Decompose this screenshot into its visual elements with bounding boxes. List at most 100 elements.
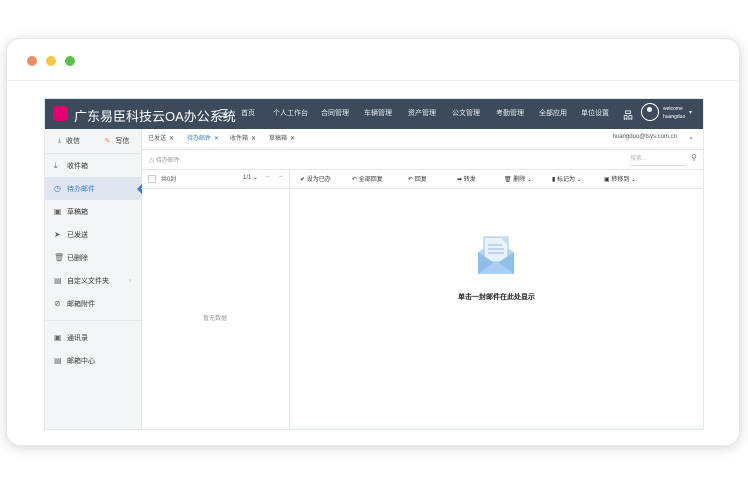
clock-icon: ◷	[149, 158, 155, 164]
sidebar-item-custom-folders[interactable]: ▤ 自定义文件夹 ›	[45, 269, 141, 292]
nav-item-attendance[interactable]: 考勤管理	[496, 99, 539, 129]
nav-item-home[interactable]: 首页	[241, 99, 273, 129]
mail-list-pane: 共0封 1/1 ⌄ ← → 暂无数据	[141, 169, 290, 429]
tab-inbox[interactable]: 收件箱 ✕	[230, 133, 256, 142]
chevron-right-icon[interactable]: ›	[129, 278, 131, 284]
top-nav-bar: 广东易臣科技云OA办公系统 ☰ 首页 个人工作台 合同管理 车辆管理 资产管理 …	[45, 99, 703, 129]
compose-button[interactable]: ✎ 写信	[93, 129, 141, 153]
breadcrumb: ◷ 待办邮件	[149, 155, 180, 164]
nav-item-asset[interactable]: 资产管理	[408, 99, 452, 129]
open-tabs-bar: 已发送 ✕ 待办邮件 ✕ 收件箱 ✕ 草稿箱 ✕ huangduo@tsys.com.c…	[141, 129, 703, 150]
receive-button[interactable]: ⤓ 收信	[45, 129, 93, 153]
sidebar-item-todo[interactable]: ◷ 待办邮件	[45, 177, 142, 200]
nav-item-unit-settings[interactable]: 单位设置	[581, 99, 621, 129]
sidebar-item-mail-center[interactable]: ▤ 邮箱中心	[45, 349, 141, 372]
nav-item-all-apps[interactable]: 全部应用	[539, 99, 581, 129]
arrow-left-icon[interactable]: ←	[265, 173, 271, 179]
menu-icon[interactable]: ☰	[219, 107, 229, 120]
delete-button[interactable]: 🗑 删除 ⌄	[504, 174, 532, 183]
close-window-dot[interactable]	[27, 56, 37, 66]
sidebar-divider	[45, 320, 141, 321]
sidebar-item-label: 自定义文件夹	[67, 277, 109, 285]
sidebar-item-inbox[interactable]: ⤓ 收件箱	[45, 154, 141, 177]
tab-todo[interactable]: 待办邮件 ✕	[187, 133, 219, 142]
user-avatar-icon[interactable]	[641, 103, 659, 121]
inbox-icon: ⤓	[54, 160, 58, 170]
sidebar-item-label: 邮箱附件	[67, 300, 95, 308]
close-icon[interactable]: ✕	[214, 136, 219, 142]
contacts-icon: ▣	[54, 333, 62, 342]
trash-icon: 🗑	[54, 253, 65, 262]
action-label: 回复	[414, 177, 427, 183]
forward-button[interactable]: ➡ 转发	[457, 174, 476, 183]
user-info[interactable]: welcome huangduo	[663, 105, 685, 121]
move-to-button[interactable]: ▣ 转移到 ⌄	[604, 174, 636, 183]
arrow-right-icon[interactable]: →	[278, 173, 284, 179]
trash-icon: 🗑	[504, 177, 512, 183]
close-icon[interactable]: ✕	[169, 136, 174, 142]
sidebar-item-label: 草稿箱	[67, 208, 88, 216]
close-icon[interactable]: ✕	[251, 136, 256, 142]
tab-label: 收件箱	[230, 136, 249, 142]
mail-sidebar: ⤓ 收信 ✎ 写信 ⤓ 收件箱 ◷ 待办邮件 ▣ 草稿箱 ➤ 已发送 🗑 已删除 ▤ 自定义…	[45, 129, 142, 429]
bookmark-icon: ▮	[552, 177, 556, 183]
sidebar-item-label: 收件箱	[67, 162, 88, 170]
nav-item-workbench[interactable]: 个人工作台	[273, 99, 321, 129]
pencil-icon: ✎	[104, 138, 111, 145]
mark-done-button[interactable]: ✔ 设为已办	[300, 174, 331, 183]
sidebar-item-label: 通讯录	[67, 334, 88, 342]
send-icon: ➤	[54, 230, 61, 239]
extra-list: ▣ 通讯录 ▤ 邮箱中心	[45, 326, 141, 372]
sidebar-item-sent[interactable]: ➤ 已发送	[45, 223, 141, 246]
sidebar-item-drafts[interactable]: ▣ 草稿箱	[45, 200, 141, 223]
bottom-fade	[290, 423, 703, 429]
nav-item-contract[interactable]: 合同管理	[321, 99, 364, 129]
app-title: 广东易臣科技云OA办公系统	[74, 109, 236, 124]
select-all-checkbox[interactable]	[148, 175, 156, 183]
pagination-arrows: ← →	[265, 173, 284, 179]
close-icon[interactable]: ✕	[290, 136, 295, 142]
page-selector[interactable]: 1/1 ⌄	[243, 174, 258, 181]
search-icon[interactable]: ⚲	[691, 153, 697, 162]
tab-drafts[interactable]: 草稿箱 ✕	[269, 133, 295, 142]
browser-divider	[7, 80, 739, 81]
clock-icon: ◷	[54, 184, 61, 193]
mail-center-icon: ▤	[54, 356, 62, 365]
sidebar-item-label: 已发送	[67, 231, 88, 239]
action-label: 删除 ⌄	[513, 177, 532, 183]
logo-cloud-icon	[53, 106, 68, 121]
mail-preview-pane: 单击一封邮件在此处显示	[290, 189, 703, 429]
nav-item-vehicle[interactable]: 车辆管理	[364, 99, 408, 129]
sidebar-item-label: 已删除	[67, 254, 88, 262]
reply-all-button[interactable]: ↶ 全部回复	[352, 174, 383, 183]
draft-icon: ▣	[54, 207, 62, 216]
preview-empty-text: 单击一封邮件在此处显示	[458, 294, 535, 301]
folder-move-icon: ▣	[604, 177, 610, 183]
sidebar-actions: ⤓ 收信 ✎ 写信	[45, 129, 141, 154]
action-label: 全部回复	[358, 177, 383, 183]
chevron-down-icon[interactable]: ⌄	[688, 133, 694, 141]
user-menu-caret-icon[interactable]: ▾	[689, 109, 692, 116]
reply-all-icon: ↶	[352, 177, 358, 183]
window-controls	[27, 56, 75, 66]
tab-label: 待办邮件	[187, 136, 212, 142]
nav-item-document[interactable]: 公文管理	[452, 99, 496, 129]
search-input[interactable]: 搜索...	[630, 154, 686, 166]
action-label: 标记为 ⌄	[556, 177, 582, 183]
empty-list-text: 暂无数据	[202, 316, 227, 322]
sidebar-item-contacts[interactable]: ▣ 通讯录	[45, 326, 141, 349]
tab-label: 已发送	[148, 136, 167, 142]
breadcrumb-label: 待办邮件	[155, 158, 180, 164]
minimize-window-dot[interactable]	[46, 56, 56, 66]
account-selector[interactable]: huangduo@tsys.com.cn	[613, 134, 677, 140]
sidebar-item-attachments[interactable]: ⊘ 邮箱附件	[45, 292, 141, 315]
sidebar-item-deleted[interactable]: 🗑 已删除	[45, 246, 141, 269]
mark-as-button[interactable]: ▮ 标记为 ⌄	[552, 174, 582, 183]
welcome-label: welcome	[663, 106, 683, 112]
maximize-window-dot[interactable]	[65, 56, 75, 66]
browser-window: 广东易臣科技云OA办公系统 ☰ 首页 个人工作台 合同管理 车辆管理 资产管理 …	[6, 38, 740, 446]
tab-sent[interactable]: 已发送 ✕	[148, 133, 174, 142]
reply-button[interactable]: ↶ 回复	[408, 174, 427, 183]
org-chart-icon[interactable]: 品	[623, 107, 633, 122]
username-label: huangduo	[663, 114, 686, 120]
